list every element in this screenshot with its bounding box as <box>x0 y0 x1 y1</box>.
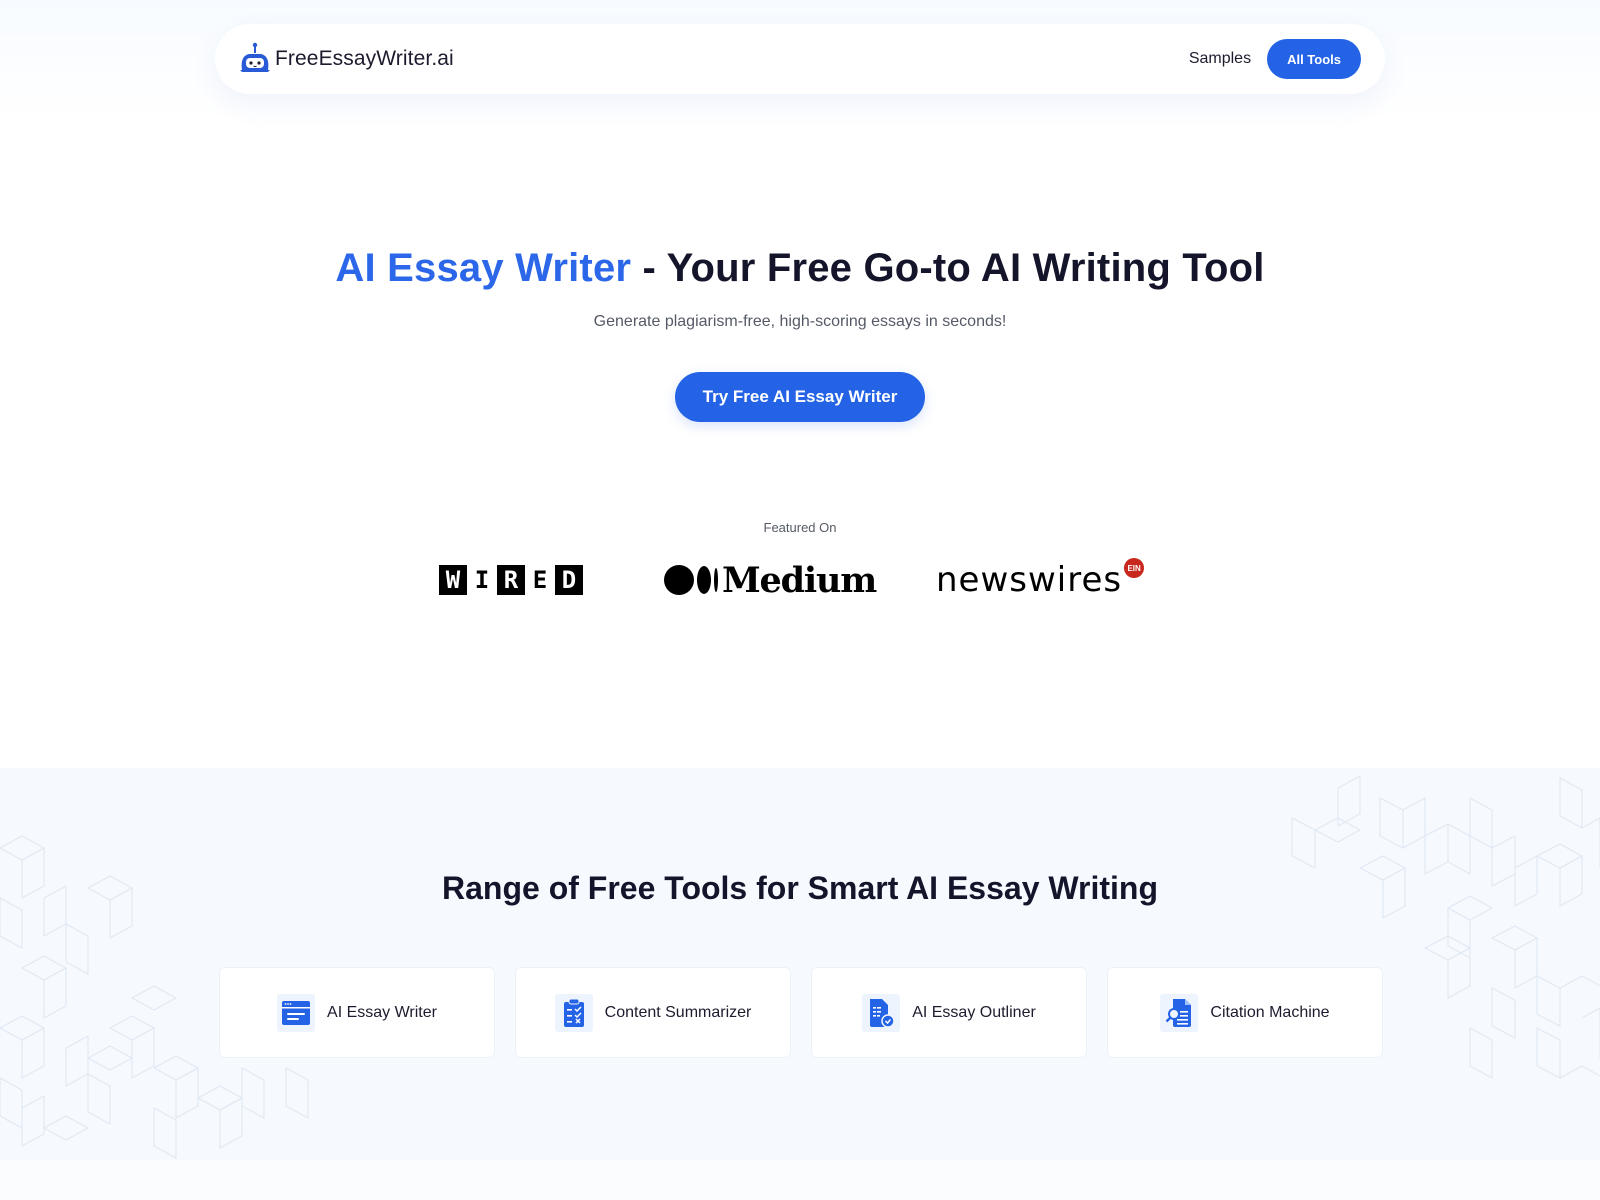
medium-dots-icon <box>664 565 718 595</box>
tool-card-label: AI Essay Writer <box>327 1003 437 1021</box>
top-navbar: FreeEssayWriter.ai Samples All Tools <box>215 24 1385 94</box>
wired-letter: R <box>497 565 525 595</box>
tool-card-label: Content Summarizer <box>604 1003 752 1021</box>
newswires-logo[interactable]: newswires EIN <box>936 558 1145 600</box>
all-tools-button[interactable]: All Tools <box>1267 39 1361 79</box>
brand-name: FreeEssayWriter.ai <box>275 47 454 70</box>
document-search-icon <box>1160 993 1199 1032</box>
hero-subtitle: Generate plagiarism-free, high-scoring e… <box>593 313 1007 330</box>
ein-badge-icon: EIN <box>1124 558 1145 578</box>
tool-card-label: AI Essay Outliner <box>912 1003 1036 1021</box>
tool-card-content-summarizer[interactable]: Content Summarizer <box>515 967 791 1058</box>
robot-logo-icon <box>240 42 270 72</box>
nav-link-samples[interactable]: Samples <box>1189 50 1251 68</box>
medium-wordmark: Medium <box>722 559 877 601</box>
try-free-essay-writer-button[interactable]: Try Free AI Essay Writer <box>675 372 925 422</box>
wired-logo[interactable]: W I R E D <box>439 560 584 600</box>
tools-section-title: Range of Free Tools for Smart AI Essay W… <box>442 870 1158 906</box>
wired-letter: E <box>526 565 554 595</box>
nav-menu: Samples All Tools <box>1189 39 1361 79</box>
isometric-cube-pattern <box>0 775 1600 1159</box>
medium-logo[interactable]: Medium <box>664 559 877 601</box>
browser-window-icon <box>277 993 316 1032</box>
tool-card-citation-machine[interactable]: Citation Machine <box>1107 967 1383 1058</box>
wired-letter: W <box>439 565 467 595</box>
tool-card-ai-essay-outliner[interactable]: AI Essay Outliner <box>811 967 1087 1058</box>
featured-on-label: Featured On <box>763 520 837 535</box>
featured-logos: W I R E D Medium newswires EIN <box>0 558 1600 601</box>
tool-card-ai-essay-writer[interactable]: AI Essay Writer <box>219 967 495 1058</box>
newswires-wordmark: newswires <box>936 560 1123 600</box>
hero-title-rest: - Your Free Go-to AI Writing Tool <box>631 246 1265 290</box>
clipboard-checklist-icon <box>554 993 593 1032</box>
hero-title-accent: AI Essay Writer <box>335 246 632 290</box>
hero-title: AI Essay Writer - Your Free Go-to AI Wri… <box>0 246 1600 291</box>
brand-logo-link[interactable]: FreeEssayWriter.ai <box>239 42 454 76</box>
tools-section: Range of Free Tools for Smart AI Essay W… <box>0 768 1600 1160</box>
tool-card-label: Citation Machine <box>1210 1003 1330 1021</box>
document-check-icon <box>862 993 901 1032</box>
wired-letter: D <box>555 565 583 595</box>
wired-letter: I <box>468 565 496 595</box>
